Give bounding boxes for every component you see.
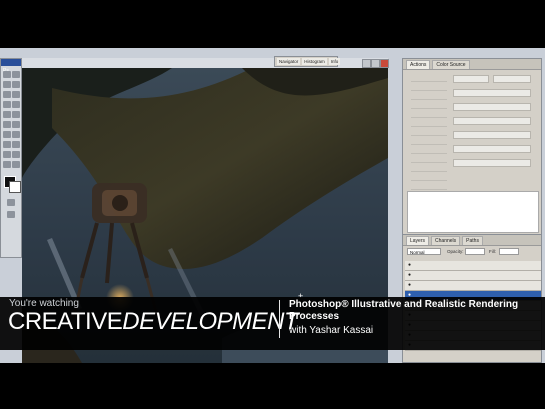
property-field[interactable]	[453, 103, 531, 111]
eye-icon[interactable]: ●	[408, 263, 413, 268]
list-item[interactable]	[411, 181, 447, 190]
layers-panel-tabs: Layers Channels Paths	[403, 235, 541, 246]
property-field[interactable]	[453, 117, 531, 125]
eye-icon[interactable]: ●	[408, 283, 413, 288]
lasso-tool-icon[interactable]	[3, 81, 11, 88]
list-item[interactable]	[411, 91, 447, 100]
zoom-tool-icon[interactable]	[12, 161, 20, 168]
list-item[interactable]	[411, 136, 447, 145]
hand-tool-icon[interactable]	[3, 161, 11, 168]
maximize-button[interactable]	[371, 59, 380, 68]
tools-palette-header[interactable]: Ps	[1, 59, 21, 74]
tab-color-source[interactable]: Color Source	[432, 60, 470, 69]
type-tool-icon[interactable]	[12, 141, 20, 148]
magic-wand-tool-icon[interactable]	[12, 81, 20, 88]
list-item[interactable]	[411, 163, 447, 172]
brand-development: DEVELOPMENT	[122, 308, 299, 335]
actions-panel-tabs: Actions Color Source	[403, 59, 541, 70]
list-item[interactable]	[411, 127, 447, 136]
list-item[interactable]	[411, 73, 447, 82]
list-item[interactable]	[411, 100, 447, 109]
move-tool-icon[interactable]	[3, 71, 11, 78]
background-color-swatch[interactable]	[9, 181, 21, 193]
blend-mode-value: Normal	[410, 250, 425, 255]
fill-input[interactable]	[499, 248, 519, 255]
tools-palette: Ps	[0, 58, 22, 258]
list-item[interactable]	[411, 118, 447, 127]
healing-tool-icon[interactable]	[3, 101, 11, 108]
pen-tool-icon[interactable]	[3, 141, 11, 148]
layer-row[interactable]: ●	[405, 261, 541, 271]
actions-panel: Actions Color Source	[402, 58, 542, 240]
layer-row[interactable]: ●	[405, 281, 541, 291]
list-item[interactable]	[411, 154, 447, 163]
property-field[interactable]	[453, 159, 531, 167]
screen-mode-icon[interactable]	[7, 211, 15, 218]
property-field[interactable]	[493, 75, 531, 83]
overlay-divider	[279, 300, 280, 338]
eye-icon[interactable]: ●	[408, 273, 413, 278]
shape-tool-icon[interactable]	[12, 151, 20, 158]
course-title: Photoshop® Illustrative and Realistic Re…	[289, 299, 519, 322]
path-select-tool-icon[interactable]	[3, 151, 11, 158]
brand-creative: CREATIVE	[8, 308, 123, 335]
brush-tool-icon[interactable]	[12, 101, 20, 108]
tab-actions[interactable]: Actions	[406, 60, 431, 69]
list-item[interactable]	[411, 172, 447, 181]
brand-title: CREATIVEDEVELOPMENT	[8, 308, 299, 336]
property-field[interactable]	[453, 131, 531, 139]
panel-white-area	[407, 191, 539, 233]
property-field[interactable]	[453, 89, 531, 97]
tab-layers[interactable]: Layers	[406, 236, 430, 245]
marquee-tool-icon[interactable]	[12, 71, 20, 78]
list-item[interactable]	[411, 145, 447, 154]
tab-info[interactable]: Info	[328, 58, 341, 65]
blend-mode-select[interactable]: Normal	[407, 248, 441, 255]
opacity-label: Opacity:	[447, 249, 464, 254]
eraser-tool-icon[interactable]	[3, 121, 11, 128]
list-item[interactable]	[411, 109, 447, 118]
history-brush-tool-icon[interactable]	[12, 111, 20, 118]
gradient-tool-icon[interactable]	[12, 121, 20, 128]
course-author: with Yashar Kassai	[289, 325, 374, 336]
navigator-palette: Navigator Histogram Info	[274, 56, 341, 67]
list-item[interactable]	[411, 82, 447, 91]
slice-tool-icon[interactable]	[12, 91, 20, 98]
tab-paths[interactable]: Paths	[462, 236, 483, 245]
blur-tool-icon[interactable]	[3, 131, 11, 138]
actions-list	[411, 73, 447, 190]
close-button[interactable]	[380, 59, 389, 68]
layer-row[interactable]: ●	[405, 271, 541, 281]
tab-navigator[interactable]: Navigator	[277, 58, 301, 65]
stamp-tool-icon[interactable]	[3, 111, 11, 118]
opacity-input[interactable]	[465, 248, 485, 255]
property-field[interactable]	[453, 145, 531, 153]
tab-histogram[interactable]: Histogram	[302, 58, 327, 65]
property-field[interactable]	[453, 75, 489, 83]
quick-mask-icon[interactable]	[7, 199, 15, 206]
crop-tool-icon[interactable]	[3, 91, 11, 98]
dodge-tool-icon[interactable]	[12, 131, 20, 138]
fill-label: Fill:	[489, 249, 496, 254]
minimize-button[interactable]	[362, 59, 371, 68]
tab-channels[interactable]: Channels	[431, 236, 461, 245]
